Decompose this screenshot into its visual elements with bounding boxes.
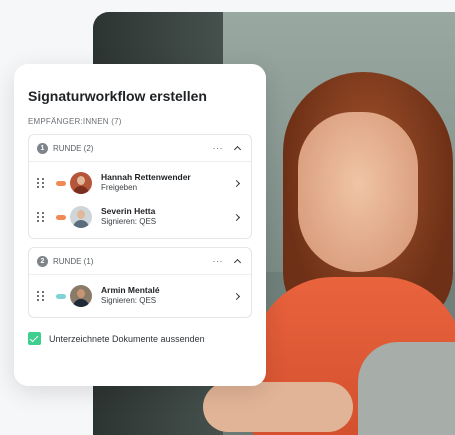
recipient-color-tag: [56, 180, 66, 186]
recipient-info: Severin Hetta Signieren: QES: [101, 206, 233, 228]
round-number-badge: 1: [37, 142, 48, 154]
drag-handle-icon[interactable]: [37, 177, 47, 189]
avatar-body: [73, 186, 89, 194]
avatar-head: [77, 176, 85, 185]
avatar-head: [77, 210, 85, 219]
round-2-header[interactable]: 2 RUNDE (1) ···: [29, 248, 251, 274]
recipient-info: Hannah Rettenwender Freigeben: [101, 172, 233, 194]
recipient-row[interactable]: Armin Mentalé Signieren: QES: [29, 279, 251, 313]
recipient-role: Signieren: QES: [101, 217, 157, 227]
recipient-name: Severin Hetta: [101, 205, 156, 216]
drag-handle-icon[interactable]: [37, 211, 47, 223]
avatar-body: [73, 299, 89, 307]
more-options-icon[interactable]: ···: [213, 143, 224, 153]
recipient-role: Signieren: QES: [101, 296, 157, 306]
round-1-header[interactable]: 1 RUNDE (2) ···: [29, 135, 251, 161]
round-1-recipients: Hannah Rettenwender Freigeben Severin He…: [29, 161, 251, 238]
round-number-badge: 2: [37, 255, 48, 267]
chevron-up-icon[interactable]: [233, 256, 243, 266]
round-1: 1 RUNDE (2) ··· Hannah Rettenwender Frei…: [28, 134, 252, 239]
recipient-color-tag: [56, 214, 66, 220]
recipient-name: Hannah Rettenwender: [101, 171, 191, 182]
send-documents-label: Unterzeichnete Dokumente aussenden: [49, 333, 205, 344]
round-2-recipients: Armin Mentalé Signieren: QES: [29, 274, 251, 317]
send-documents-option[interactable]: Unterzeichnete Dokumente aussenden: [28, 332, 252, 345]
card-title: Signaturworkflow erstellen: [28, 88, 207, 104]
chevron-right-icon[interactable]: [233, 178, 243, 188]
chevron-up-icon[interactable]: [233, 143, 243, 153]
round-2: 2 RUNDE (1) ··· Armin Mentalé Signieren:…: [28, 247, 252, 318]
recipients-label: EMPFÄNGER:INNEN (7): [28, 117, 122, 126]
avatar: [70, 206, 92, 228]
signature-workflow-card: Signaturworkflow erstellen EMPFÄNGER:INN…: [14, 64, 266, 386]
more-options-icon[interactable]: ···: [213, 256, 224, 266]
recipient-role: Freigeben: [101, 183, 138, 193]
photo-sofa: [358, 342, 455, 435]
photo-arm: [203, 382, 353, 432]
recipient-row[interactable]: Severin Hetta Signieren: QES: [29, 200, 251, 234]
recipient-row[interactable]: Hannah Rettenwender Freigeben: [29, 166, 251, 200]
drag-handle-icon[interactable]: [37, 290, 47, 302]
avatar-head: [77, 289, 85, 298]
photo-face: [298, 112, 418, 272]
chevron-right-icon[interactable]: [233, 291, 243, 301]
avatar-body: [73, 220, 89, 228]
avatar: [70, 285, 92, 307]
round-label: RUNDE (1): [53, 256, 94, 266]
send-documents-checkbox[interactable]: [28, 332, 41, 345]
avatar: [70, 172, 92, 194]
recipient-info: Armin Mentalé Signieren: QES: [101, 285, 233, 307]
chevron-right-icon[interactable]: [233, 212, 243, 222]
round-label: RUNDE (2): [53, 143, 94, 153]
recipient-name: Armin Mentalé: [101, 284, 160, 295]
recipient-color-tag: [56, 293, 66, 299]
